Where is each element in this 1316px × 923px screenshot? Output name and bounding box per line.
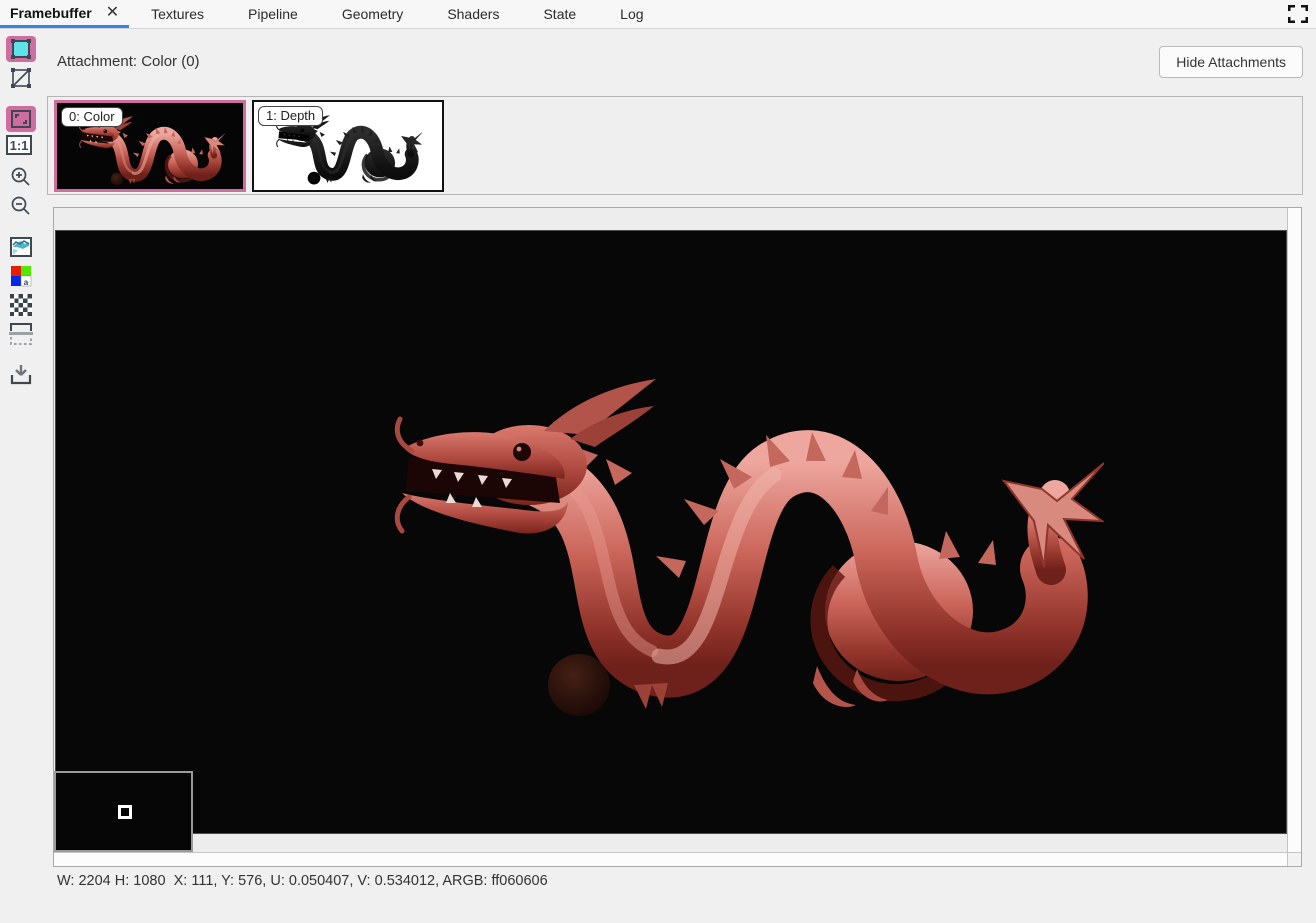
fullscreen-icon[interactable] (1288, 5, 1308, 23)
tab-textures[interactable]: Textures (129, 0, 226, 28)
checkerboard-background-icon[interactable] (6, 292, 36, 318)
tab-framebuffer[interactable]: Framebuffer ✕ (0, 0, 129, 28)
tab-bar: Framebuffer ✕ Textures Pipeline Geometry… (0, 0, 1316, 29)
texture-toolbar: 1:1 a (6, 36, 38, 391)
tab-log[interactable]: Log (598, 0, 665, 28)
attachment-color-badge: 0: Color (61, 107, 123, 127)
horizontal-scrollbar[interactable] (54, 852, 1287, 866)
zoom-in-icon[interactable] (6, 164, 36, 190)
attachment-depth-badge: 1: Depth (258, 106, 323, 126)
texture-viewport[interactable] (53, 207, 1302, 867)
attachments-strip: 0: Color 1: Depth (47, 96, 1303, 195)
zoom-out-icon[interactable] (6, 193, 36, 219)
tab-state[interactable]: State (521, 0, 598, 28)
tab-shaders[interactable]: Shaders (425, 0, 521, 28)
actual-size-icon[interactable]: 1:1 (6, 135, 32, 155)
picked-pixel-marker (118, 805, 132, 819)
dragon-render (394, 373, 1104, 723)
hide-attachments-button[interactable]: Hide Attachments (1159, 46, 1303, 78)
tab-close-icon[interactable]: ✕ (106, 5, 119, 21)
fit-window-icon[interactable] (6, 106, 36, 132)
scrollbar-corner (1287, 852, 1301, 866)
overlay-none-icon[interactable] (6, 65, 36, 91)
tab-geometry[interactable]: Geometry (320, 0, 425, 28)
tab-pipeline[interactable]: Pipeline (226, 0, 320, 28)
range-histogram-icon[interactable] (6, 234, 36, 260)
flip-y-icon[interactable] (6, 321, 36, 347)
vertical-scrollbar[interactable] (1287, 208, 1301, 853)
rgba-channels-icon[interactable]: a (6, 263, 36, 289)
pixel-context-preview (54, 771, 193, 852)
attachment-label: Attachment: Color (0) (57, 53, 200, 70)
tab-framebuffer-label: Framebuffer (10, 5, 92, 21)
attachment-depth-thumbnail[interactable]: 1: Depth (252, 100, 444, 192)
pixel-status-text: W: 2204 H: 1080 X: 111, Y: 576, U: 0.050… (57, 873, 548, 889)
save-icon[interactable] (6, 362, 36, 388)
attachment-color-thumbnail[interactable]: 0: Color (54, 100, 246, 192)
overlay-color-icon[interactable] (6, 36, 36, 62)
framebuffer-image[interactable] (55, 230, 1287, 834)
svg-text:a: a (24, 278, 29, 287)
